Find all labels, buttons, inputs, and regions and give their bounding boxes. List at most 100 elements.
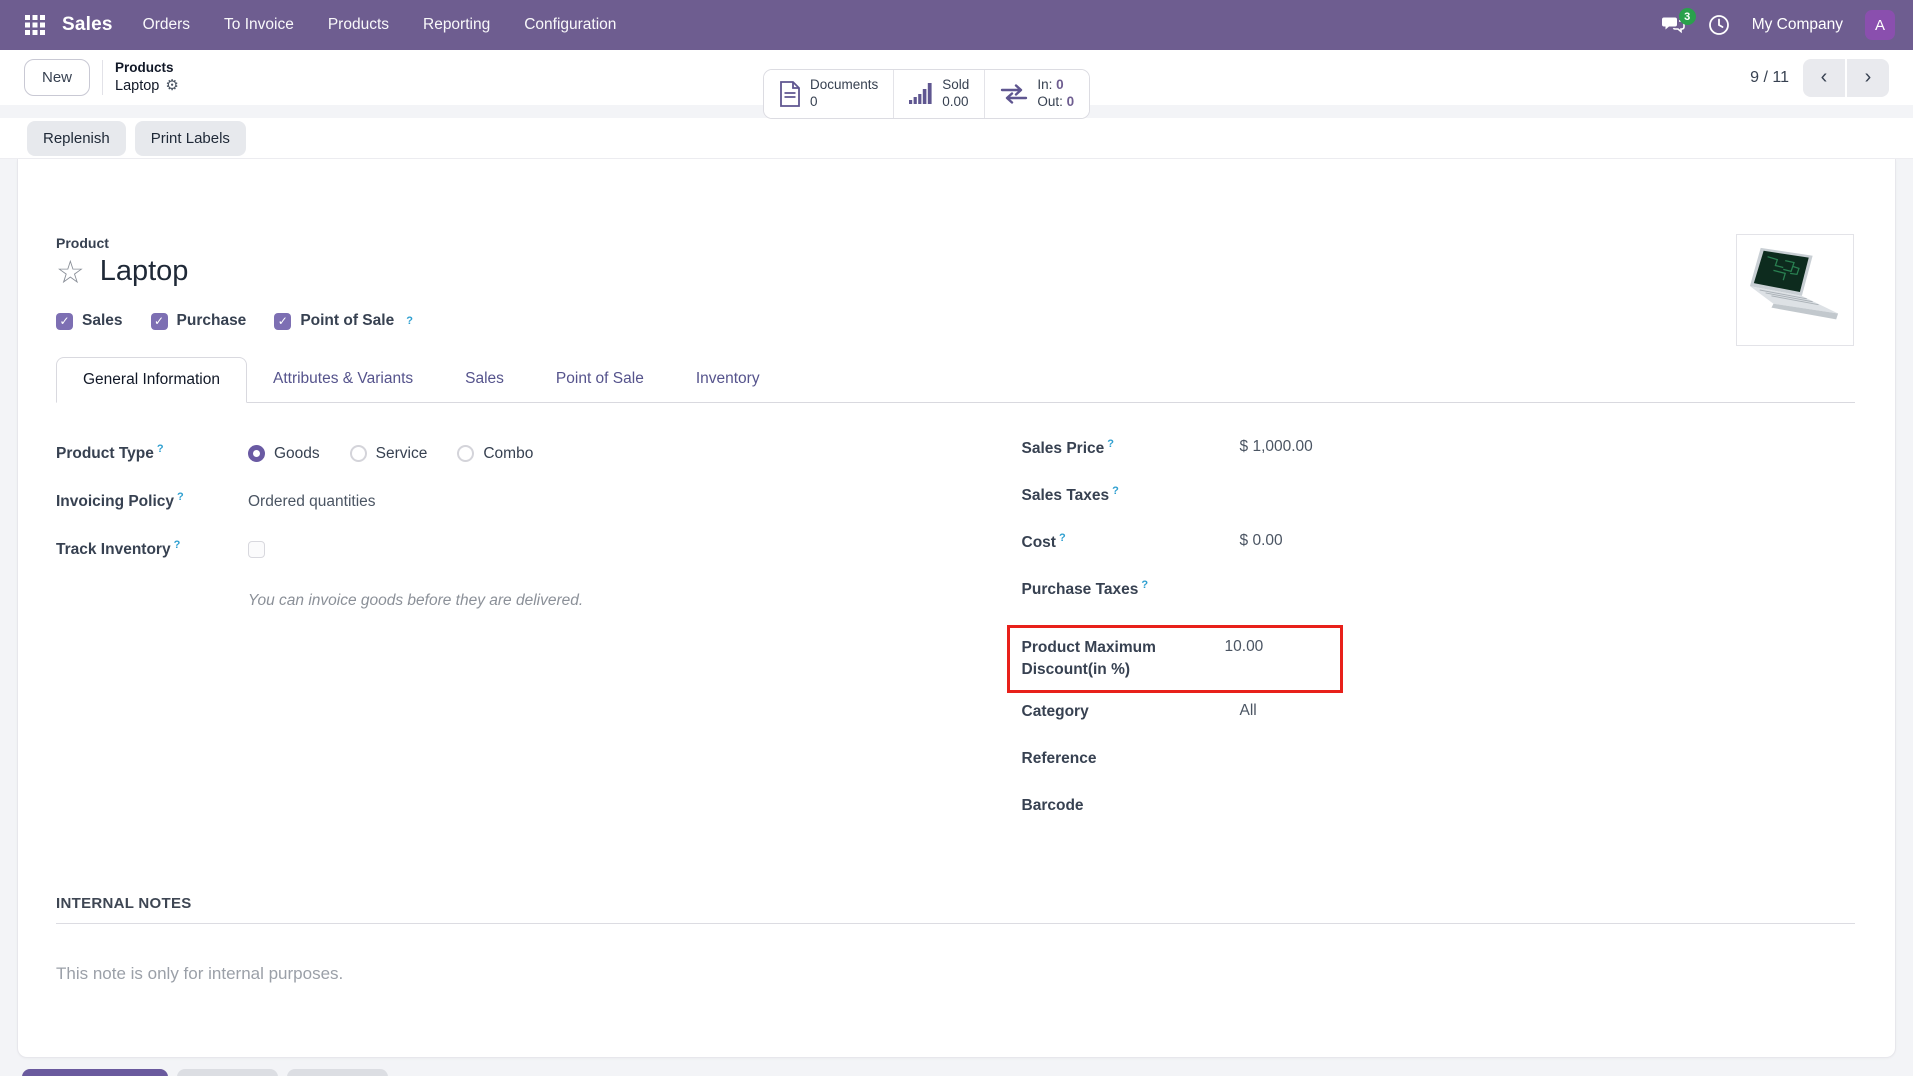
breadcrumb-products[interactable]: Products <box>115 60 179 77</box>
product-type-radio-group: Goods Service Combo <box>248 445 533 463</box>
stat-button-group: Documents 0 Sold 0.00 <box>763 69 1090 119</box>
sales-checkbox[interactable]: ✓ Sales <box>56 312 123 330</box>
tab-point-of-sale[interactable]: Point of Sale <box>530 357 670 403</box>
status-bar: Replenish Print Labels <box>0 118 1913 159</box>
invoicing-helper-note: You can invoice goods before they are de… <box>248 592 902 610</box>
product-maximum-discount-value[interactable]: 10.00 <box>1225 637 1264 656</box>
form-right-column: Sales Price? $ 1,000.00 Sales Taxes? Cos… <box>902 433 1855 885</box>
checkbox-checked-icon: ✓ <box>274 313 291 330</box>
help-icon[interactable]: ? <box>1112 485 1119 497</box>
sales-price-value[interactable]: $ 1,000.00 <box>1240 437 1313 456</box>
stat-out-value: 0 <box>1067 94 1075 109</box>
chatter-toolbar <box>0 1058 1913 1076</box>
print-labels-button[interactable]: Print Labels <box>135 121 246 156</box>
category-label: Category <box>1022 701 1240 723</box>
record-pager: 9 / 11 ‹ › <box>1750 59 1889 97</box>
control-panel: New Products Laptop ⚙ Documents 0 <box>0 50 1913 105</box>
radio-selected-icon <box>248 445 265 462</box>
reference-label: Reference <box>1022 748 1240 770</box>
breadcrumb: Products Laptop ⚙ <box>102 60 179 96</box>
tab-general-information[interactable]: General Information <box>56 357 247 403</box>
product-type-label: Product Type <box>56 446 154 463</box>
stat-documents-button[interactable]: Documents 0 <box>764 70 893 118</box>
purchase-taxes-label: Purchase Taxes <box>1022 581 1139 598</box>
log-note-button[interactable] <box>177 1069 278 1076</box>
radio-goods[interactable]: Goods <box>248 445 320 463</box>
send-message-button[interactable] <box>22 1069 168 1076</box>
tab-sales[interactable]: Sales <box>439 357 530 403</box>
activities-button[interactable] <box>287 1069 388 1076</box>
replenish-button[interactable]: Replenish <box>27 121 126 156</box>
track-inventory-checkbox[interactable] <box>248 541 265 558</box>
stat-in-out-button[interactable]: In: 0 Out: 0 <box>984 70 1089 118</box>
stat-documents-label: Documents <box>810 77 878 94</box>
stat-documents-value: 0 <box>810 94 878 111</box>
category-value[interactable]: All <box>1240 701 1257 720</box>
cost-value[interactable]: $ 0.00 <box>1240 531 1283 550</box>
bar-chart-icon <box>909 82 933 106</box>
user-avatar[interactable]: A <box>1865 10 1895 40</box>
pager-next-button[interactable]: › <box>1847 59 1889 97</box>
help-icon[interactable]: ? <box>1141 579 1148 591</box>
pager-count: 9 / 11 <box>1750 69 1789 87</box>
menu-reporting[interactable]: Reporting <box>423 16 490 34</box>
sheet-label: Product <box>56 235 1855 251</box>
pager-previous-button[interactable]: ‹ <box>1803 59 1845 97</box>
menu-orders[interactable]: Orders <box>143 16 190 34</box>
tab-attributes-variants[interactable]: Attributes & Variants <box>247 357 439 403</box>
stat-sold-button[interactable]: Sold 0.00 <box>893 70 984 118</box>
internal-notes-heading: INTERNAL NOTES <box>56 895 1855 924</box>
invoicing-policy-label: Invoicing Policy <box>56 494 174 511</box>
company-switcher[interactable]: My Company <box>1752 16 1843 34</box>
sale-options-row: ✓ Sales ✓ Purchase ✓ Point of Sale ? <box>56 312 1855 330</box>
help-icon[interactable]: ? <box>406 315 413 327</box>
sales-price-label: Sales Price <box>1022 440 1105 457</box>
product-form-sheet: Product ☆ Laptop ✓ Sales ✓ Purchase ✓ Po… <box>17 159 1896 1058</box>
tab-inventory[interactable]: Inventory <box>670 357 786 403</box>
checkbox-checked-icon: ✓ <box>56 313 73 330</box>
help-icon[interactable]: ? <box>157 443 164 455</box>
highlighted-field-box: Product Maximum Discount(in %) 10.00 <box>1007 625 1343 693</box>
track-inventory-label: Track Inventory <box>56 542 171 559</box>
internal-notes-input[interactable]: This note is only for internal purposes. <box>56 964 1855 984</box>
activities-clock-icon[interactable] <box>1708 14 1730 36</box>
gear-icon[interactable]: ⚙ <box>165 77 178 96</box>
messages-badge: 3 <box>1679 8 1696 25</box>
cost-label: Cost <box>1022 534 1056 551</box>
checkbox-checked-icon: ✓ <box>151 313 168 330</box>
messages-icon[interactable]: 3 <box>1662 15 1686 35</box>
barcode-label: Barcode <box>1022 795 1240 817</box>
stat-in-value: 0 <box>1056 77 1064 92</box>
point-of-sale-checkbox[interactable]: ✓ Point of Sale ? <box>274 312 413 330</box>
chevron-left-icon: ‹ <box>1821 66 1828 89</box>
help-icon[interactable]: ? <box>1059 532 1066 544</box>
new-button[interactable]: New <box>24 59 90 96</box>
laptop-image <box>1746 244 1844 336</box>
radio-icon <box>457 445 474 462</box>
menu-products[interactable]: Products <box>328 16 389 34</box>
main-menu: Orders To Invoice Products Reporting Con… <box>143 16 617 34</box>
top-navbar: Sales Orders To Invoice Products Reporti… <box>0 0 1913 50</box>
notebook-tabs: General Information Attributes & Variant… <box>56 356 1855 403</box>
menu-to-invoice[interactable]: To Invoice <box>224 16 294 34</box>
chevron-right-icon: › <box>1865 66 1872 89</box>
help-icon[interactable]: ? <box>177 491 184 503</box>
radio-combo[interactable]: Combo <box>457 445 533 463</box>
product-title[interactable]: Laptop <box>100 255 189 288</box>
help-icon[interactable]: ? <box>1107 438 1114 450</box>
stat-out-label: Out: <box>1037 94 1063 109</box>
swap-arrows-icon <box>1000 83 1028 105</box>
radio-service[interactable]: Service <box>350 445 428 463</box>
app-name[interactable]: Sales <box>62 14 113 36</box>
stat-sold-label: Sold <box>942 77 969 94</box>
product-image[interactable] <box>1736 234 1854 346</box>
favorite-star-icon[interactable]: ☆ <box>56 256 85 288</box>
product-maximum-discount-label: Product Maximum Discount(in %) <box>1022 637 1225 680</box>
form-left-column: Product Type? Goods Service Combo <box>56 433 902 885</box>
help-icon[interactable]: ? <box>174 539 181 551</box>
menu-configuration[interactable]: Configuration <box>524 16 616 34</box>
apps-grid-icon[interactable] <box>18 8 52 42</box>
radio-icon <box>350 445 367 462</box>
purchase-checkbox[interactable]: ✓ Purchase <box>151 312 247 330</box>
invoicing-policy-value[interactable]: Ordered quantities <box>248 493 376 511</box>
